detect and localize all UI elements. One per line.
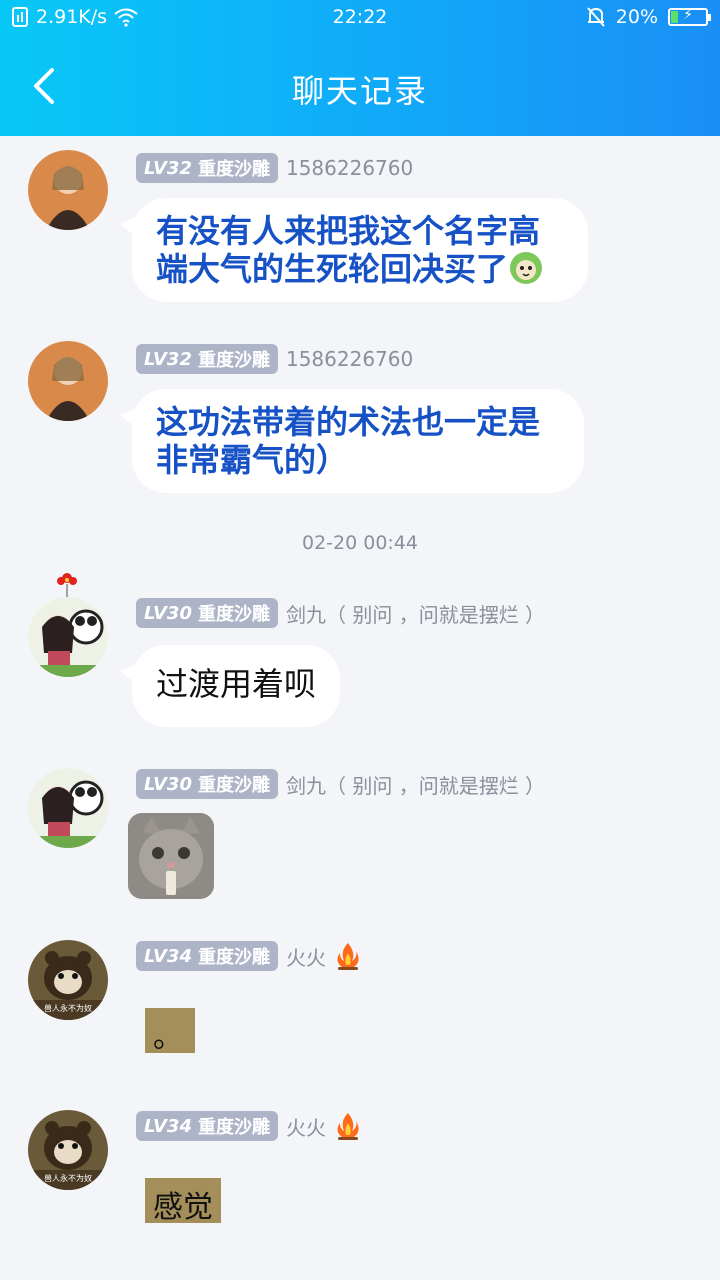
level-badge: LV30 重度沙雕	[136, 598, 278, 628]
sender-name[interactable]: 剑九（ 别问 ，问就是摆烂 ）	[286, 770, 545, 799]
message-text[interactable]: 。	[145, 1008, 195, 1055]
level-badge: LV34 重度沙雕	[136, 1111, 278, 1141]
avatar[interactable]	[28, 768, 108, 848]
message-text[interactable]: 感觉	[145, 1178, 221, 1225]
sender-meta: LV34 重度沙雕 火火	[136, 1110, 362, 1142]
sender-name[interactable]: 1586226760	[286, 347, 413, 371]
avatar[interactable]	[28, 597, 108, 677]
message-bubble[interactable]: 这功法带着的术法也一定是 非常霸气的）	[120, 389, 584, 493]
timestamp: 02-20 00:44	[301, 532, 418, 554]
campfire-icon	[337, 943, 359, 970]
nav-bar: 聊天记录	[0, 36, 720, 136]
svg-text:兽人永不为奴: 兽人永不为奴	[44, 1003, 92, 1013]
page-title: 聊天记录	[291, 72, 428, 110]
sender-meta: LV32 重度沙雕 1586226760	[136, 152, 413, 184]
header: 2.91K/s 22:22 20% ⚡ 聊天记录	[0, 0, 720, 136]
sender-meta: LV30 重度沙雕 剑九（ 别问 ，问就是摆烂 ）	[136, 768, 545, 800]
message-bubble[interactable]: 有没有人来把我这个名字高 端大气的生死轮回决买了	[120, 198, 588, 302]
campfire-icon	[337, 1113, 359, 1140]
svg-text:兽人永不为奴: 兽人永不为奴	[44, 1173, 92, 1183]
level-badge: LV32 重度沙雕	[136, 153, 278, 183]
level-badge: LV32 重度沙雕	[136, 344, 278, 374]
sender-meta: LV30 重度沙雕 剑九（ 别问 ，问就是摆烂 ）	[136, 597, 545, 629]
message-bubble[interactable]: 过渡用着呗	[120, 645, 340, 727]
cat-sticker-icon[interactable]	[128, 813, 214, 899]
avatar[interactable]: 兽人永不为奴	[28, 1110, 108, 1190]
cabbage-dog-emoji-icon	[510, 252, 543, 284]
sender-meta: LV32 重度沙雕 1586226760	[136, 343, 413, 375]
avatar[interactable]	[28, 341, 108, 421]
sender-name[interactable]: 火火	[286, 942, 326, 971]
battery-percent: 20%	[615, 6, 658, 28]
bell-muted-icon	[587, 7, 605, 27]
avatar[interactable]: 兽人永不为奴	[28, 940, 108, 1020]
status-bar: 2.91K/s 22:22 20% ⚡	[0, 0, 720, 36]
sender-name[interactable]: 1586226760	[286, 156, 413, 180]
sender-name[interactable]: 火火	[286, 1112, 326, 1141]
level-badge: LV34 重度沙雕	[136, 941, 278, 971]
sender-meta: LV34 重度沙雕 火火	[136, 940, 362, 972]
level-badge: LV30 重度沙雕	[136, 769, 278, 799]
sender-name[interactable]: 剑九（ 别问 ，问就是摆烂 ）	[286, 599, 545, 628]
avatar[interactable]	[28, 150, 108, 230]
battery-icon: ⚡	[668, 7, 711, 26]
